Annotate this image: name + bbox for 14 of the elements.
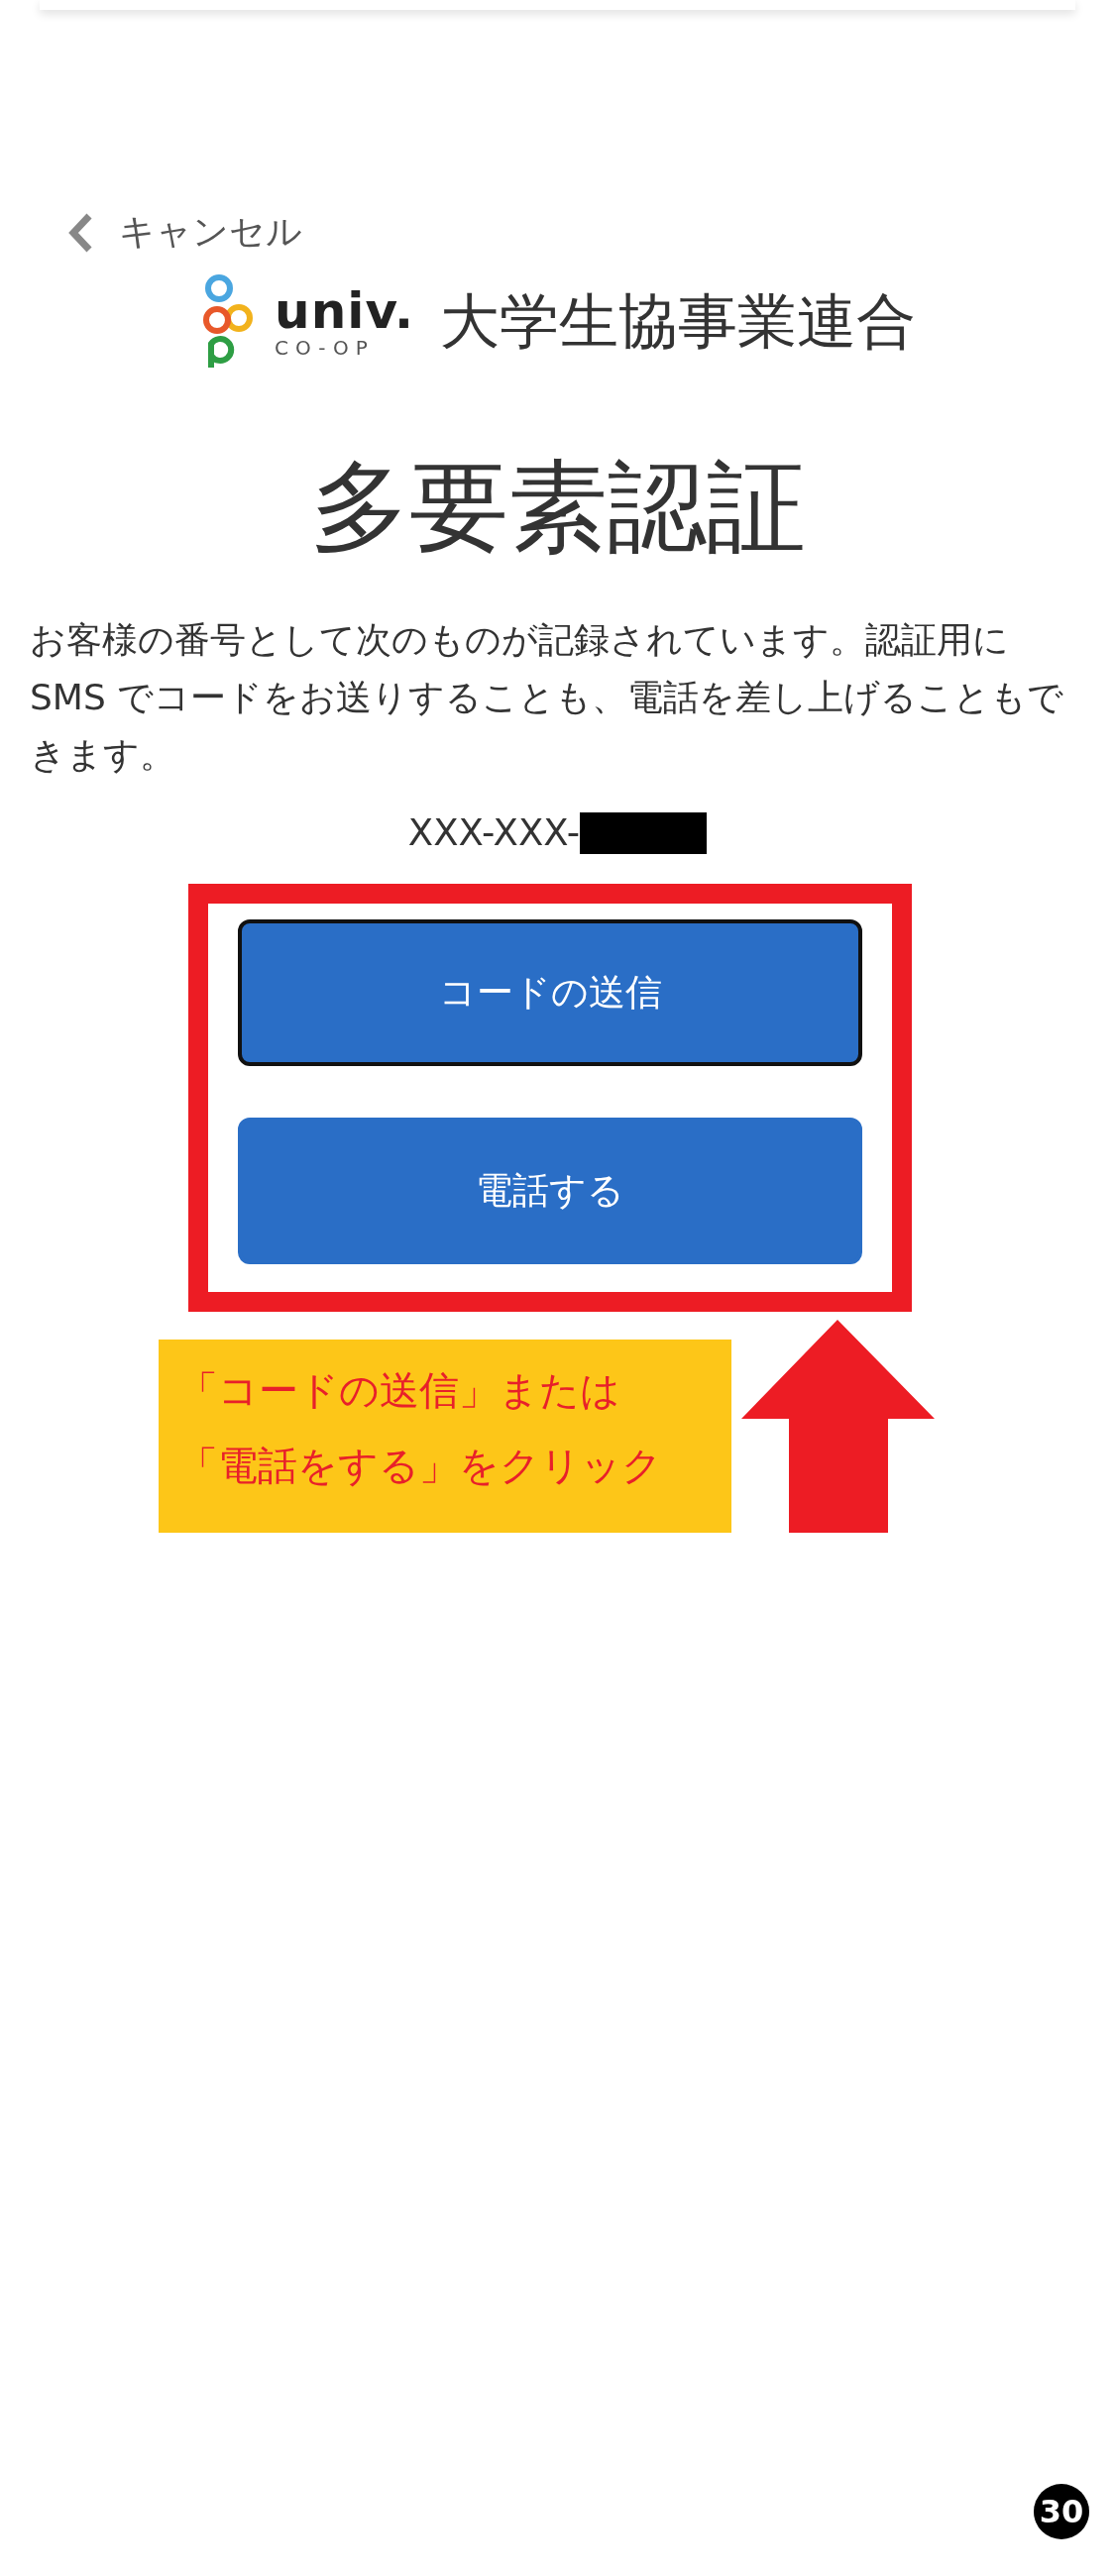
annotation-text: 「コードの送信」または <box>178 1366 621 1415</box>
logo-name: 大学生協事業連合 <box>439 284 916 358</box>
cancel-link[interactable]: キャンセル <box>67 208 302 257</box>
page-title: 多要素認証 <box>308 453 807 562</box>
chevron-left-icon <box>67 212 93 253</box>
phone-number: XXX-XXX- <box>407 811 581 854</box>
description-text: お客様の番号として次のものが記録されています。認証用に SMS でコードをお送りすることも、電話を差し上げることもできます。 <box>30 618 1065 777</box>
logo-wordmark: univ. <box>275 286 414 336</box>
logo-subtitle: CO-OP <box>275 338 375 358</box>
page-number-badge: 30 <box>1034 2484 1089 2539</box>
action-button[interactable]: 電話する <box>238 1118 862 1264</box>
action-button[interactable]: コードの送信 <box>238 919 862 1066</box>
arrow-up-icon <box>741 1320 935 1533</box>
annotation-text: 「電話をする」をクリック <box>178 1442 663 1490</box>
